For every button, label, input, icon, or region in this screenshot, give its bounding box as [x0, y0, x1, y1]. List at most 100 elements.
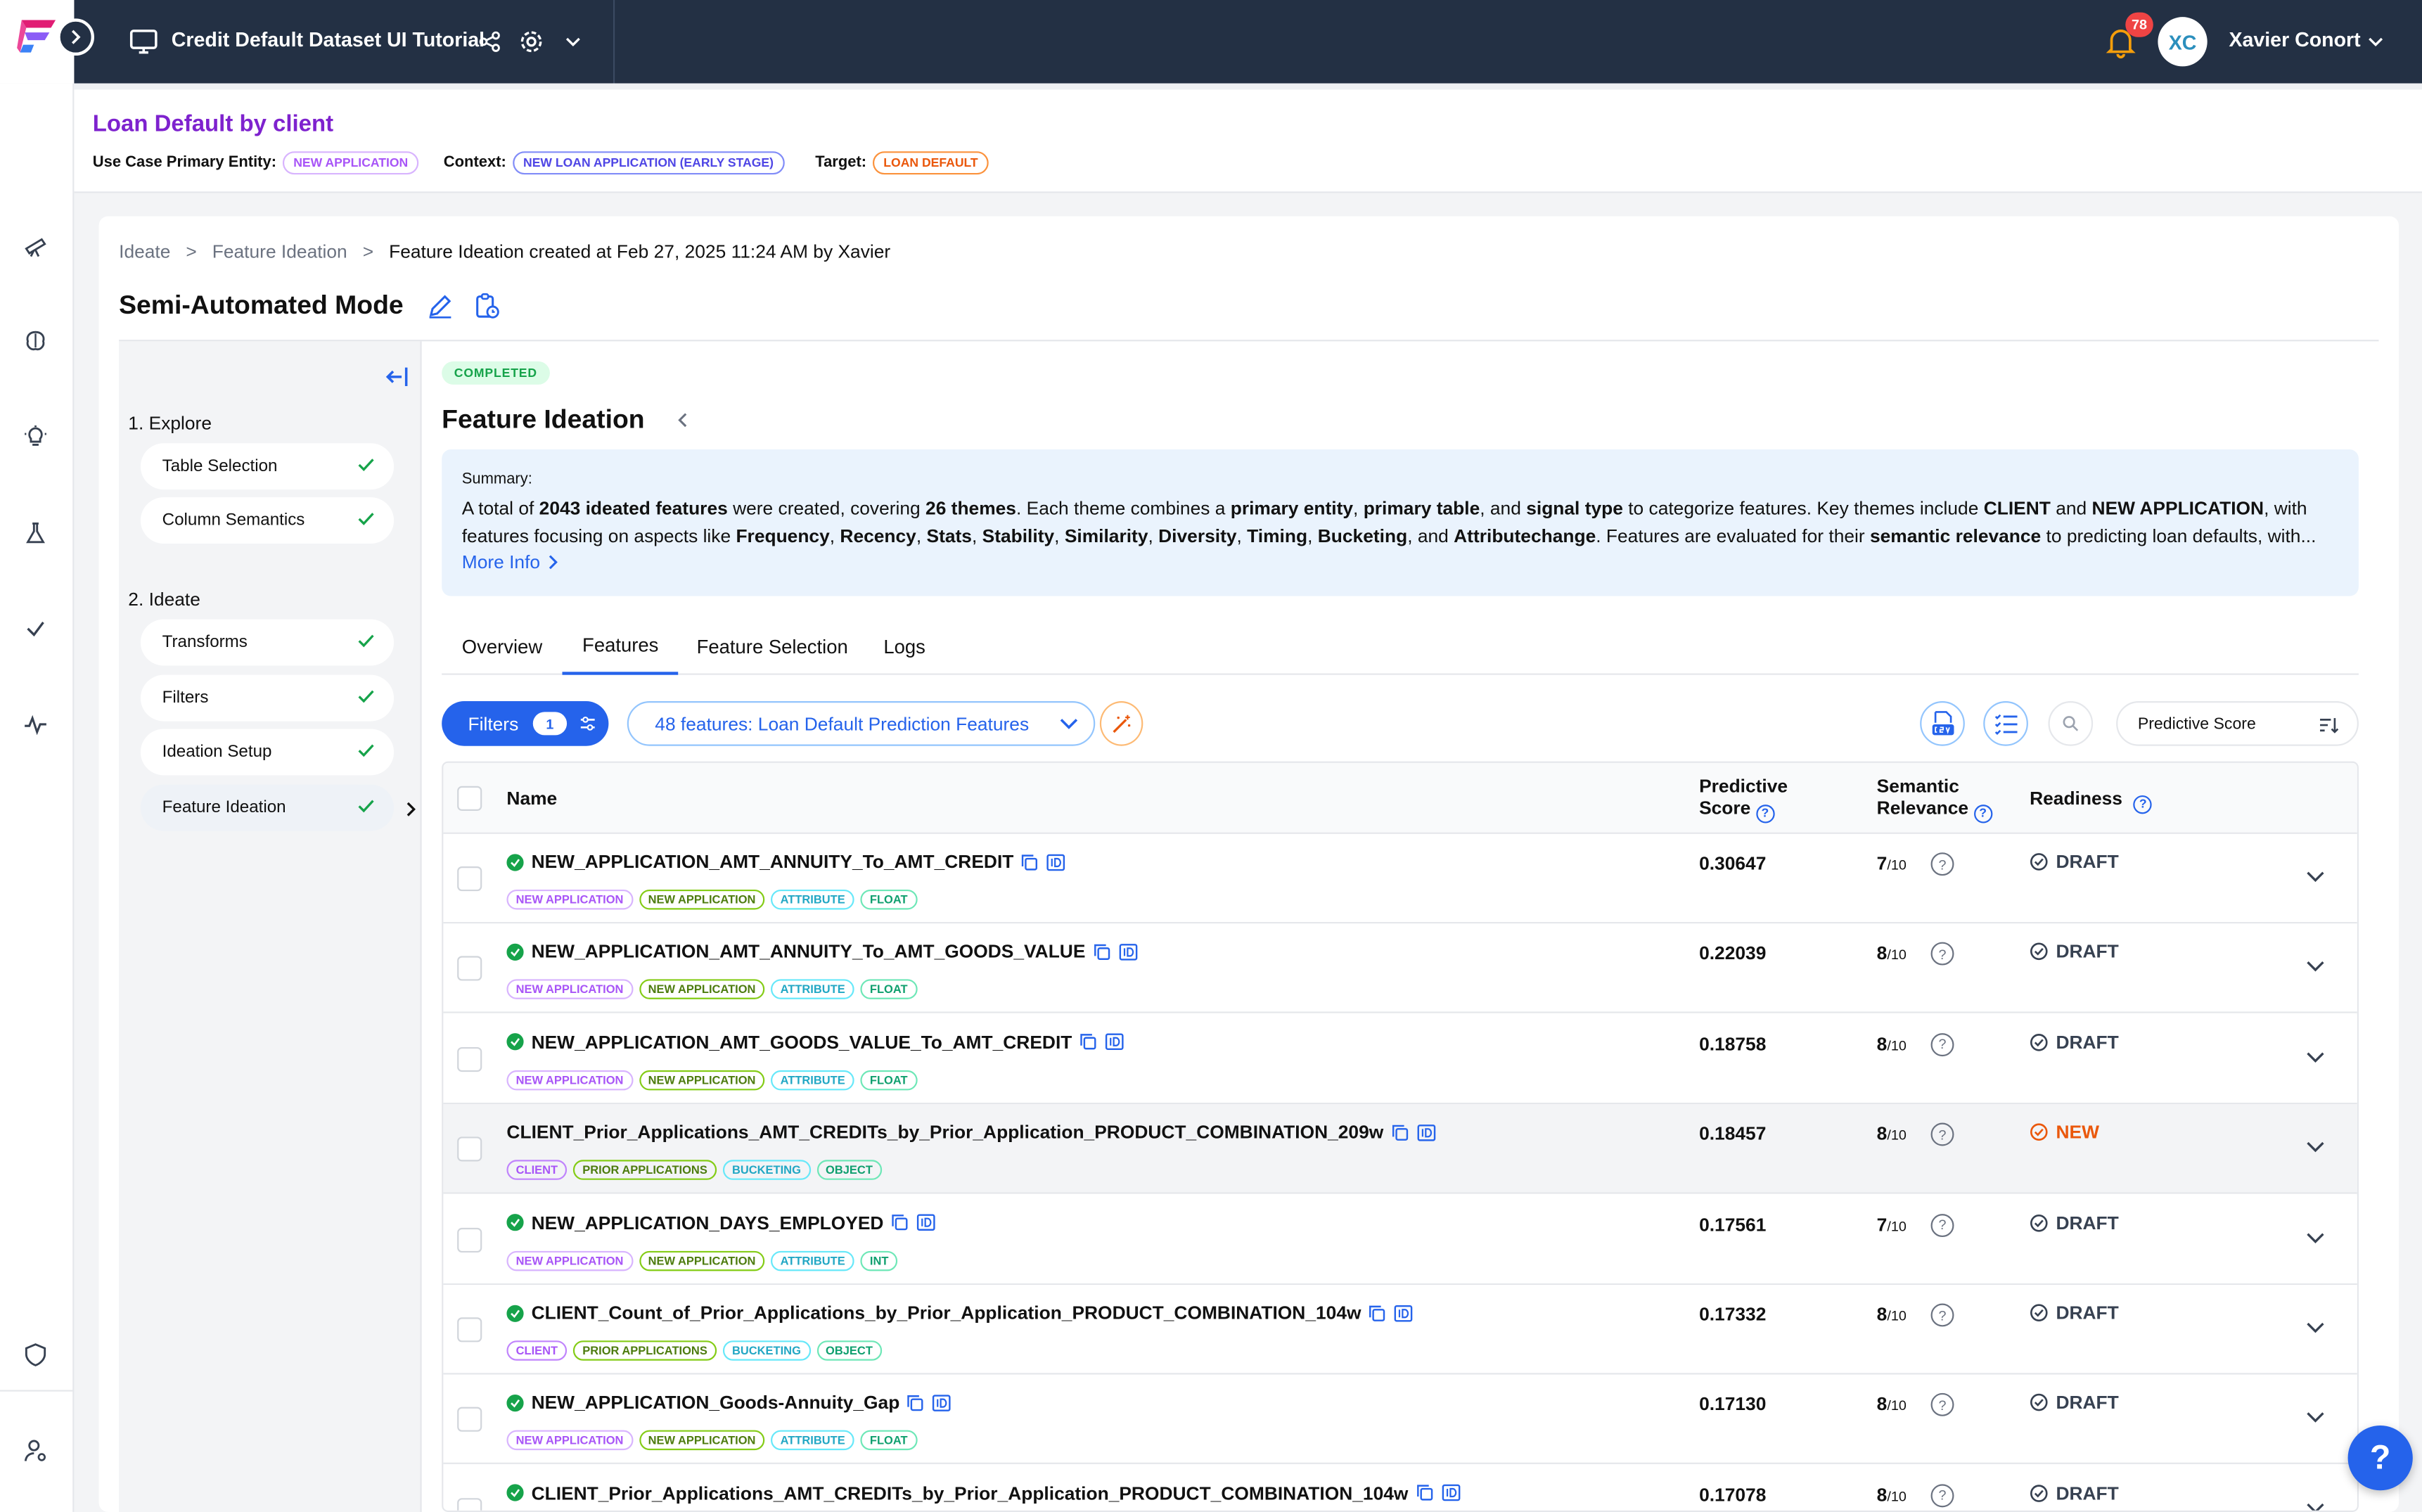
col-semantic-relevance[interactable]: Semantic Relevance ?	[1877, 775, 1992, 824]
edit-icon[interactable]	[426, 292, 454, 320]
help-icon[interactable]: ?	[1930, 1483, 1954, 1507]
copy-icon[interactable]	[1021, 853, 1038, 870]
feature-name[interactable]: NEW_APPLICATION_AMT_ANNUITY_To_AMT_CREDI…	[506, 851, 1066, 873]
feature-name[interactable]: CLIENT_Prior_Applications_AMT_CREDITs_by…	[506, 1122, 1435, 1143]
feature-name[interactable]: NEW_APPLICATION_DAYS_EMPLOYED	[506, 1212, 936, 1234]
copy-icon[interactable]	[1079, 1034, 1096, 1051]
chevron-down-icon[interactable]	[2305, 1321, 2326, 1336]
feature-name[interactable]: NEW_APPLICATION_AMT_ANNUITY_To_AMT_GOODS…	[506, 941, 1138, 963]
help-icon[interactable]: ?	[1930, 942, 1954, 966]
clipboard-clock-icon[interactable]	[473, 292, 501, 320]
user-name[interactable]: Xavier Conort	[2229, 28, 2360, 51]
step-column-semantics[interactable]: Column Semantics	[140, 497, 395, 544]
help-icon[interactable]: ?	[1930, 1303, 1954, 1327]
feature-name[interactable]: CLIENT_Count_of_Prior_Applications_by_Pr…	[506, 1302, 1414, 1324]
row-checkbox[interactable]	[457, 1497, 482, 1511]
export-csv-button[interactable]	[1920, 701, 1965, 746]
row-checkbox[interactable]	[457, 1226, 482, 1252]
search-button[interactable]	[2048, 701, 2094, 746]
tab-overview[interactable]: Overview	[442, 620, 563, 675]
help-icon[interactable]: ?	[1930, 852, 1954, 876]
table-row[interactable]: NEW_APPLICATION_Goods-Annuity_Gap NEW APP…	[443, 1375, 2357, 1465]
feature-name[interactable]: NEW_APPLICATION_AMT_GOODS_VALUE_To_AMT_C…	[506, 1032, 1124, 1053]
chevron-down-icon[interactable]	[2305, 1411, 2326, 1426]
id-card-icon[interactable]	[1416, 1124, 1436, 1141]
table-row[interactable]: NEW_APPLICATION_AMT_ANNUITY_To_AMT_CREDI…	[443, 833, 2357, 924]
id-card-icon[interactable]	[1118, 943, 1139, 961]
chevron-down-icon[interactable]	[2305, 960, 2326, 975]
avatar[interactable]: XC	[2158, 17, 2208, 67]
step-transforms[interactable]: Transforms	[140, 619, 395, 666]
check-icon[interactable]	[18, 612, 52, 646]
id-card-icon[interactable]	[1046, 853, 1066, 871]
feature-name[interactable]: NEW_APPLICATION_Goods-Annuity_Gap	[506, 1392, 952, 1414]
gear-icon[interactable]	[516, 26, 547, 57]
checklist-button[interactable]	[1983, 701, 2028, 746]
sort-select[interactable]: Predictive Score	[2116, 701, 2359, 746]
row-checkbox[interactable]	[457, 1317, 482, 1343]
use-case-title[interactable]: Loan Default by client	[93, 111, 333, 137]
row-checkbox[interactable]	[457, 1407, 482, 1433]
help-icon[interactable]: ?	[1930, 1393, 1954, 1417]
lightbulb-icon[interactable]	[18, 420, 52, 454]
user-menu-chevron-icon[interactable]	[2360, 26, 2391, 57]
copy-icon[interactable]	[891, 1214, 908, 1231]
table-row[interactable]: CLIENT_Count_of_Prior_Applications_by_Pr…	[443, 1285, 2357, 1375]
collapse-panel-icon[interactable]	[385, 364, 413, 389]
table-row[interactable]: NEW_APPLICATION_AMT_ANNUITY_To_AMT_GOODS…	[443, 924, 2357, 1014]
step-ideation-setup[interactable]: Ideation Setup	[140, 729, 395, 776]
table-row[interactable]: CLIENT_Prior_Applications_AMT_CREDITs_by…	[443, 1465, 2357, 1512]
help-icon[interactable]: ?	[1930, 1032, 1954, 1056]
row-checkbox[interactable]	[457, 866, 482, 892]
share-icon[interactable]	[474, 26, 505, 57]
copy-icon[interactable]	[1093, 944, 1110, 961]
row-checkbox[interactable]	[457, 1136, 482, 1162]
col-readiness[interactable]: Readiness ?	[2030, 788, 2153, 814]
id-card-icon[interactable]	[932, 1395, 952, 1411]
brain-icon[interactable]	[18, 324, 52, 358]
select-all-checkbox[interactable]	[457, 786, 482, 811]
tab-features[interactable]: Features	[562, 620, 679, 675]
id-card-icon[interactable]	[1105, 1034, 1125, 1051]
expand-sidebar-button[interactable]	[57, 18, 94, 56]
chevron-left-icon[interactable]	[674, 411, 692, 429]
chevron-down-icon[interactable]	[2305, 1230, 2326, 1245]
breadcrumb-ideate[interactable]: Ideate	[119, 241, 170, 263]
flask-icon[interactable]	[18, 515, 52, 549]
feature-list-select[interactable]: 48 features: Loan Default Prediction Fea…	[627, 701, 1096, 746]
step-table-selection[interactable]: Table Selection	[140, 443, 395, 490]
help-icon[interactable]: ?	[1930, 1122, 1954, 1146]
step-feature-ideation[interactable]: Feature Ideation	[140, 784, 395, 831]
chevron-down-icon[interactable]	[558, 26, 589, 57]
help-icon[interactable]: ?	[1973, 805, 1992, 824]
row-checkbox[interactable]	[457, 956, 482, 982]
id-card-icon[interactable]	[916, 1214, 937, 1231]
help-icon[interactable]: ?	[1930, 1213, 1954, 1237]
chevron-down-icon[interactable]	[2305, 1501, 2326, 1512]
copy-icon[interactable]	[1391, 1124, 1408, 1141]
copy-icon[interactable]	[907, 1395, 924, 1411]
col-predictive-score[interactable]: Predictive Score ?	[1699, 775, 1788, 824]
table-row[interactable]: NEW_APPLICATION_AMT_GOODS_VALUE_To_AMT_C…	[443, 1014, 2357, 1104]
telescope-icon[interactable]	[18, 229, 52, 262]
feature-name[interactable]: CLIENT_Prior_Applications_AMT_CREDITs_by…	[506, 1482, 1461, 1504]
filters-button[interactable]: Filters 1	[442, 701, 609, 746]
magic-wand-button[interactable]	[1099, 701, 1143, 746]
copy-icon[interactable]	[1369, 1305, 1385, 1321]
table-row[interactable]: CLIENT_Prior_Applications_AMT_CREDITs_by…	[443, 1104, 2357, 1194]
more-info-link[interactable]: More Info	[462, 551, 559, 573]
id-card-icon[interactable]	[1394, 1304, 1414, 1321]
table-row[interactable]: NEW_APPLICATION_DAYS_EMPLOYED NEW APPLICA…	[443, 1194, 2357, 1285]
help-icon[interactable]: ?	[2134, 795, 2153, 814]
user-settings-icon[interactable]	[18, 1433, 52, 1467]
chevron-down-icon[interactable]	[2305, 1140, 2326, 1155]
pulse-icon[interactable]	[18, 707, 52, 741]
step-filters[interactable]: Filters	[140, 674, 395, 722]
row-checkbox[interactable]	[457, 1046, 482, 1072]
copy-icon[interactable]	[1416, 1485, 1433, 1501]
id-card-icon[interactable]	[1441, 1485, 1461, 1501]
chevron-down-icon[interactable]	[2305, 1050, 2326, 1065]
help-icon[interactable]: ?	[1755, 805, 1775, 824]
col-name[interactable]: Name	[506, 788, 557, 809]
shield-icon[interactable]	[18, 1338, 52, 1371]
